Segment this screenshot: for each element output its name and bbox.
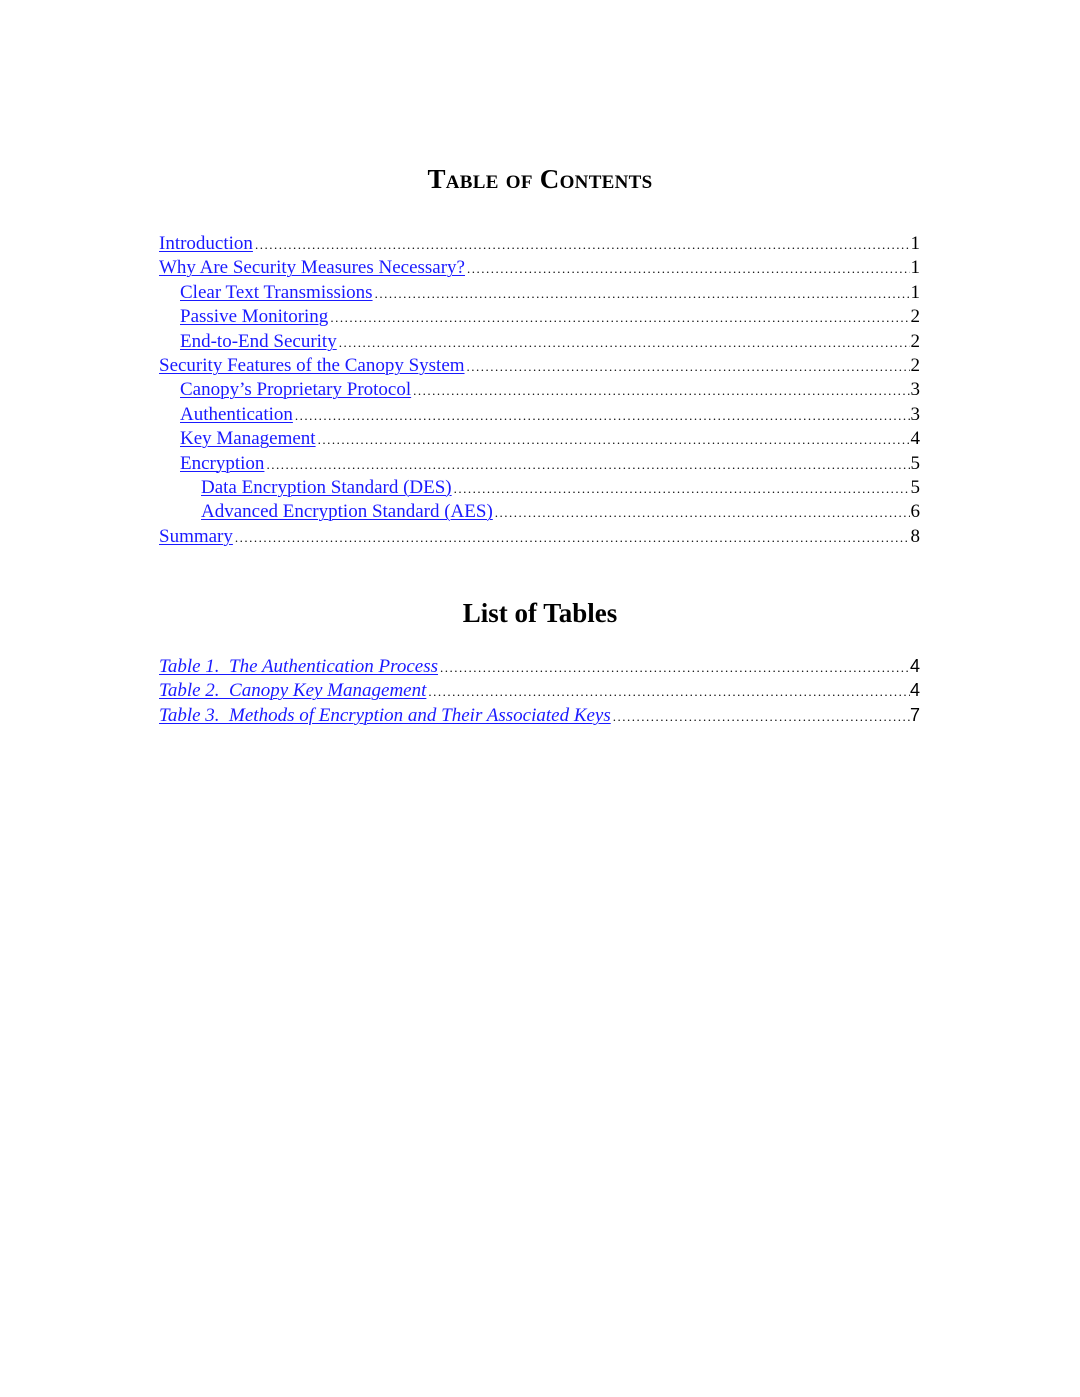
toc-entry-summary: Summary 8 (159, 525, 920, 549)
toc-link-end-to-end[interactable]: End-to-End Security (180, 330, 337, 354)
lot-link-table-2[interactable]: Table 2. Canopy Key Management (159, 679, 426, 703)
page-number: 3 (910, 403, 921, 425)
dot-leader (465, 257, 910, 281)
toc-list: Introduction 1 Why Are Security Measures… (159, 232, 920, 549)
lot-entry-table-2: Table 2. Canopy Key Management 4 (159, 678, 920, 702)
toc-link-why-security[interactable]: Why Are Security Measures Necessary? (159, 256, 465, 280)
toc-entry-introduction: Introduction 1 (159, 232, 920, 256)
lot-link-table-3[interactable]: Table 3. Methods of Encryption and Their… (159, 704, 611, 728)
page-number: 2 (910, 306, 921, 328)
page-number: 5 (910, 452, 921, 474)
page-number: 7 (909, 704, 920, 725)
toc-link-key-management[interactable]: Key Management (180, 427, 316, 451)
dot-leader (452, 477, 910, 501)
toc-entry-why-security: Why Are Security Measures Necessary? 1 (159, 256, 920, 280)
page-number: 4 (909, 680, 920, 701)
page-number: 4 (909, 656, 920, 676)
dot-leader (493, 501, 910, 525)
dot-leader (316, 428, 910, 452)
page-number: 4 (910, 428, 921, 450)
toc-heading: Table of Contents (427, 164, 653, 194)
dot-leader (337, 331, 910, 355)
page-number: 2 (910, 330, 921, 352)
page-number: 8 (910, 525, 921, 547)
toc-link-proprietary-protocol[interactable]: Canopy’s Proprietary Protocol (180, 378, 411, 402)
toc-entry-end-to-end: End-to-End Security 2 (159, 330, 920, 354)
toc-entry-clear-text: Clear Text Transmissions 1 (159, 281, 920, 305)
toc-entry-authentication: Authentication 3 (159, 403, 920, 427)
toc-link-clear-text[interactable]: Clear Text Transmissions (180, 281, 373, 305)
list-of-tables-heading: List of Tables (462, 598, 618, 628)
dot-leader (465, 355, 910, 379)
dot-leader (293, 404, 910, 428)
page-number: 2 (910, 354, 921, 376)
toc-entry-proprietary-protocol: Canopy’s Proprietary Protocol 3 (159, 378, 920, 402)
lot-entry-table-1: Table 1. The Authentication Process 4 (159, 654, 920, 678)
page-number: 1 (910, 233, 921, 254)
toc-entry-passive-monitoring: Passive Monitoring 2 (159, 305, 920, 329)
toc-link-summary[interactable]: Summary (159, 525, 233, 549)
dot-leader (253, 233, 910, 257)
dot-leader (611, 705, 910, 729)
dot-leader (328, 306, 910, 330)
page-number: 5 (910, 476, 921, 498)
toc-entry-security-features: Security Features of the Canopy System 2 (159, 354, 920, 378)
toc-entry-key-management: Key Management 4 (159, 427, 920, 451)
toc-link-introduction[interactable]: Introduction (159, 232, 253, 256)
toc-link-authentication[interactable]: Authentication (180, 403, 293, 427)
dot-leader (426, 680, 910, 704)
toc-link-passive-monitoring[interactable]: Passive Monitoring (180, 305, 328, 329)
page-number: 3 (910, 379, 921, 401)
dot-leader (264, 453, 910, 477)
toc-entry-encryption: Encryption 5 (159, 452, 920, 476)
toc-link-encryption[interactable]: Encryption (180, 452, 264, 476)
dot-leader (373, 282, 910, 306)
dot-leader (438, 656, 910, 680)
toc-entry-des: Data Encryption Standard (DES) 5 (159, 476, 920, 500)
toc-entry-aes: Advanced Encryption Standard (AES) 6 (159, 500, 920, 524)
toc-link-security-features[interactable]: Security Features of the Canopy System (159, 354, 465, 378)
toc-link-des[interactable]: Data Encryption Standard (DES) (201, 476, 452, 500)
list-of-tables: Table 1. The Authentication Process 4 Ta… (159, 654, 920, 727)
lot-entry-table-3: Table 3. Methods of Encryption and Their… (159, 703, 920, 727)
page-number: 1 (910, 257, 921, 279)
dot-leader (411, 379, 910, 403)
page-number: 1 (910, 281, 921, 303)
toc-link-aes[interactable]: Advanced Encryption Standard (AES) (201, 500, 493, 524)
lot-link-table-1[interactable]: Table 1. The Authentication Process (159, 655, 438, 679)
page-number: 6 (910, 501, 921, 523)
dot-leader (233, 526, 910, 550)
